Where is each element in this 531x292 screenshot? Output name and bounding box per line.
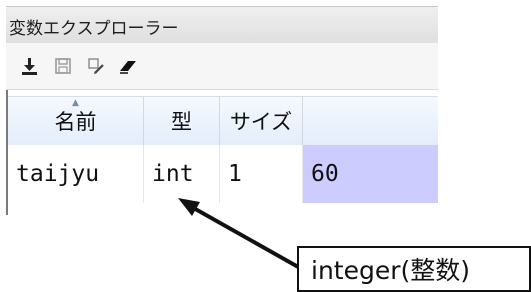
column-header-type-label: 型 [171, 110, 192, 134]
download-icon [22, 58, 37, 75]
annotation-callout: integer(整数) [297, 246, 531, 292]
import-data-button[interactable] [19, 56, 39, 76]
panel-titlebar: 変数エクスプローラー [6, 6, 438, 44]
sort-ascending-icon: ▲ [72, 98, 79, 108]
column-header-size[interactable]: サイズ [220, 97, 303, 145]
cell-value[interactable]: 60 [303, 145, 438, 203]
table-row[interactable]: taijyu int 1 60 [8, 145, 438, 203]
cell-name[interactable]: taijyu [8, 145, 144, 203]
arrow-shaft [189, 204, 301, 270]
explorer-toolbar [6, 43, 438, 90]
save-icon [55, 58, 71, 74]
annotation-label: integer(整数) [311, 256, 471, 285]
panel-title: 変数エクスプローラー [9, 19, 179, 39]
edit-icon [88, 58, 104, 74]
eraser-icon [120, 61, 136, 74]
table-header-row: ▲ 名前 型 サイズ [8, 96, 438, 146]
column-header-type[interactable]: 型 [144, 97, 220, 145]
column-header-value[interactable] [303, 97, 438, 145]
column-header-name[interactable]: ▲ 名前 [8, 97, 144, 145]
variable-explorer-panel: 変数エクスプローラー ▲ 名前 型 サイズ taijyu int 1 60 [0, 0, 438, 215]
cell-type[interactable]: int [144, 145, 220, 203]
remove-all-button[interactable] [118, 56, 138, 76]
cell-size[interactable]: 1 [220, 145, 303, 203]
column-header-size-label: サイズ [229, 110, 293, 134]
save-as-button[interactable] [86, 56, 106, 76]
column-header-name-label: 名前 [54, 110, 97, 134]
save-data-button[interactable] [53, 56, 73, 76]
screenshot-stage: 変数エクスプローラー ▲ 名前 型 サイズ taijyu int 1 60 in… [0, 0, 531, 292]
